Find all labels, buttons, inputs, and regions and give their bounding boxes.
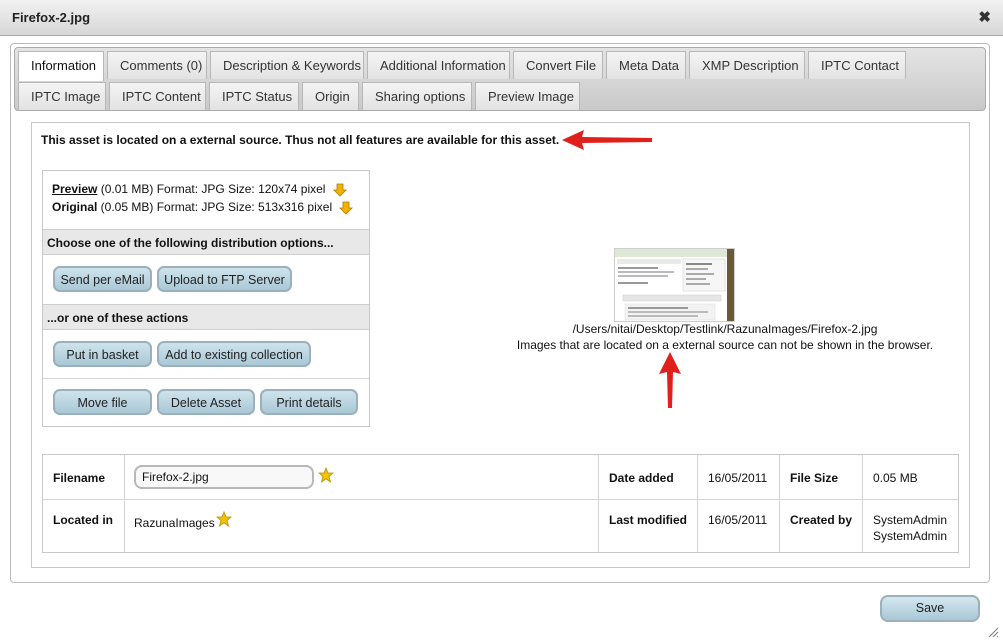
preview-unavailable-note: Images that are located on a external so… [516,338,934,352]
tab-sharing-options[interactable]: Sharing options [362,82,472,110]
original-details: (0.05 MB) Format: JPG Size: 513x316 pixe… [97,200,333,214]
save-button[interactable]: Save [880,595,980,622]
distribution-heading: Choose one of the following distribution… [43,229,369,255]
file-size-label: File Size [790,471,839,485]
tab-origin[interactable]: Origin [302,82,359,110]
date-added-label: Date added [609,471,674,485]
tab-description-keywords[interactable]: Description & Keywords [210,51,364,79]
red-arrow-left-icon [562,130,652,150]
red-arrow-up-icon [659,352,681,408]
close-icon[interactable]: ✖ [978,8,991,26]
tab-iptc-status[interactable]: IPTC Status [209,82,299,110]
preview-thumbnail [614,248,735,322]
original-file-info: Original (0.05 MB) Format: JPG Size: 513… [52,200,354,215]
download-arrow-icon[interactable] [339,201,354,215]
file-size-value: 0.05 MB [873,471,918,485]
resize-grip-icon[interactable] [987,626,999,638]
tab-preview-image[interactable]: Preview Image [475,82,580,110]
preview-file-path: /Users/nitai/Desktop/Testlink/RazunaImag… [572,322,878,336]
tab-iptc-image[interactable]: IPTC Image [18,82,106,110]
delete-asset-button[interactable]: Delete Asset [157,389,255,415]
created-by-value-2: SystemAdmin [873,529,948,543]
send-email-button[interactable]: Send per eMail [53,266,152,292]
date-added-value: 16/05/2011 [708,471,768,485]
table-col-divider [124,455,125,552]
table-col-divider [598,455,599,552]
tab-comments[interactable]: Comments (0) [107,51,207,79]
divider [43,378,369,379]
filename-input[interactable] [134,465,314,489]
created-by-value: SystemAdmin [873,513,948,527]
upload-ftp-button[interactable]: Upload to FTP Server [157,266,292,292]
tab-meta-data[interactable]: Meta Data [606,51,686,79]
created-by-label: Created by [790,513,853,527]
located-in-label: Located in [53,513,114,527]
move-file-button[interactable]: Move file [53,389,152,415]
dialog-title: Firefox-2.jpg [12,10,91,25]
tab-additional-information[interactable]: Additional Information [367,51,510,79]
tab-convert-file[interactable]: Convert File [513,51,603,79]
star-icon[interactable] [318,467,334,483]
last-modified-label: Last modified [609,513,688,527]
add-to-collection-button[interactable]: Add to existing collection [157,341,311,367]
external-source-notice: This asset is located on a external sour… [41,133,560,147]
table-row-divider [43,499,958,500]
preview-file-info: Preview (0.01 MB) Format: JPG Size: 120x… [52,182,347,197]
tab-iptc-contact[interactable]: IPTC Contact [808,51,906,79]
tab-information[interactable]: Information [18,51,104,81]
tab-iptc-content[interactable]: IPTC Content [109,82,206,110]
tab-xmp-description[interactable]: XMP Description [689,51,805,79]
star-icon[interactable] [216,511,232,527]
download-arrow-icon[interactable] [332,183,347,197]
table-col-divider [862,455,863,552]
thumbnail-image [615,249,734,321]
filename-label: Filename [53,471,106,485]
dialog-titlebar: Firefox-2.jpg ✖ [0,0,1003,36]
put-in-basket-button[interactable]: Put in basket [53,341,152,367]
table-col-divider [697,455,698,552]
preview-link[interactable]: Preview [52,182,97,196]
original-label: Original [52,200,98,214]
print-details-button[interactable]: Print details [260,389,358,415]
table-col-divider [779,455,780,552]
last-modified-value: 16/05/2011 [708,513,768,527]
preview-details: (0.01 MB) Format: JPG Size: 120x74 pixel [97,182,326,196]
located-in-value: RazunaImages [134,516,215,530]
actions-heading: ...or one of these actions [43,304,369,330]
